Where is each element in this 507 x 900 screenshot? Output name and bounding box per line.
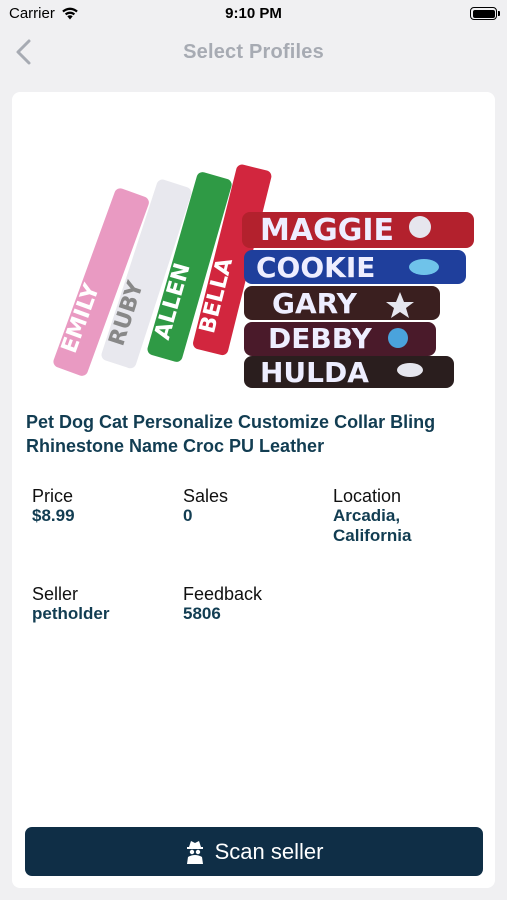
scan-seller-label: Scan seller xyxy=(214,838,324,864)
navigation-bar: Select Profiles xyxy=(0,28,507,78)
collar-name-gary: GARY xyxy=(272,287,358,320)
location-field: Location Arcadia, California xyxy=(333,486,411,546)
seller-label: Seller xyxy=(32,584,79,604)
page-title: Select Profiles xyxy=(183,41,324,63)
price-field: Price $8.99 xyxy=(32,486,75,526)
collar-name-hulda: HULDA xyxy=(260,356,369,389)
collar-name-debby: DEBBY xyxy=(268,322,373,355)
status-bar: Carrier 9:10 PM xyxy=(0,0,507,28)
price-label: Price xyxy=(32,486,74,506)
product-title: Pet Dog Cat Personalize Customize Collar… xyxy=(26,412,436,456)
sales-label: Sales xyxy=(183,486,229,506)
seller-field: Seller petholder xyxy=(32,584,109,624)
crown-charm-icon xyxy=(409,216,431,238)
spy-icon xyxy=(186,840,203,864)
scan-seller-button[interactable]: Scan seller xyxy=(25,827,483,876)
battery-fill xyxy=(472,9,495,18)
clock: 9:10 PM xyxy=(225,5,282,22)
paw-charm-icon xyxy=(388,328,408,348)
sales-value: 0 xyxy=(183,506,193,525)
collar-name-cookie: COOKIE xyxy=(256,251,375,284)
bone-charm-icon-2 xyxy=(397,363,423,377)
seller-value: petholder xyxy=(32,604,110,623)
price-value: $8.99 xyxy=(32,506,75,525)
location-label: Location xyxy=(333,486,402,506)
product-image[interactable]: EMILY RUBY ALLEN BELLA MAGGIE COOKIE GAR… xyxy=(22,102,485,392)
bone-charm-icon xyxy=(409,259,439,275)
battery-icon xyxy=(470,7,500,20)
product-card: EMILY RUBY ALLEN BELLA MAGGIE COOKIE GAR… xyxy=(12,92,495,888)
collar-name-maggie: MAGGIE xyxy=(260,213,394,248)
location-value-line1: Arcadia, xyxy=(333,506,401,525)
sales-field: Sales 0 xyxy=(183,486,228,526)
feedback-value: 5806 xyxy=(183,604,221,623)
feedback-field: Feedback 5806 xyxy=(183,584,262,624)
feedback-label: Feedback xyxy=(183,584,263,604)
location-value-line2: California xyxy=(333,526,412,545)
